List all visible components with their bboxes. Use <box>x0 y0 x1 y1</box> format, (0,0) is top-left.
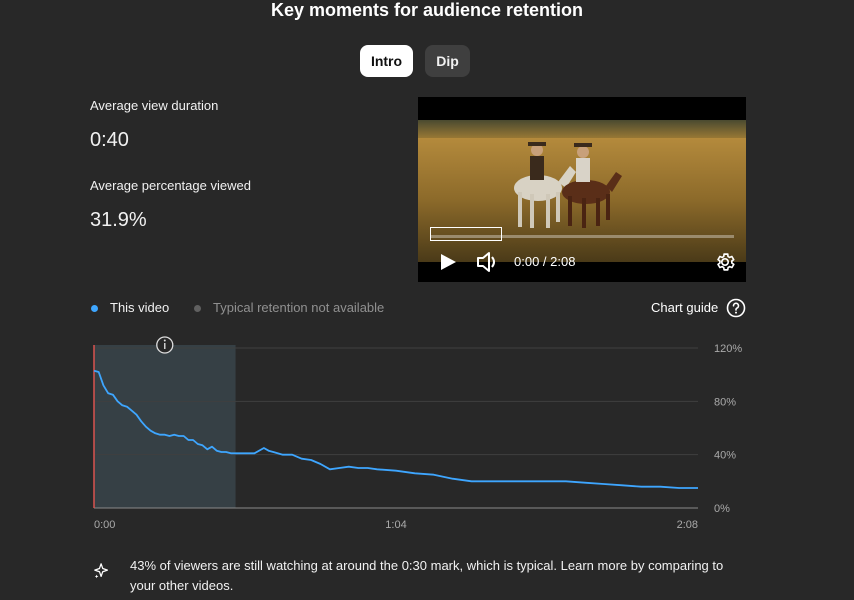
data-point <box>603 483 605 485</box>
y-tick-label: 0% <box>714 503 730 515</box>
data-point <box>282 454 284 456</box>
data-point <box>348 466 350 468</box>
page-title: Key moments for audience retention <box>270 0 584 20</box>
data-point <box>150 430 152 432</box>
data-point <box>291 454 293 456</box>
data-point <box>367 467 369 469</box>
data-point <box>145 426 147 428</box>
data-point <box>395 470 397 472</box>
data-point <box>98 371 100 373</box>
data-point <box>197 443 199 445</box>
avg-percentage-viewed-value: 31.9% <box>90 209 147 231</box>
x-tick-label: 0:00 <box>94 519 115 531</box>
data-point <box>565 480 567 482</box>
intro-highlight-region <box>94 345 236 508</box>
data-point <box>178 435 180 437</box>
data-point <box>659 486 661 488</box>
settings-gear-icon[interactable] <box>714 251 736 273</box>
typical-legend-dot <box>194 305 201 312</box>
data-point <box>107 392 109 394</box>
data-point <box>187 439 189 441</box>
sparkle-icon <box>94 563 109 579</box>
avg-view-duration-value: 0:40 <box>90 129 129 151</box>
x-tick-label: 1:04 <box>385 519 406 531</box>
avg-view-duration-label: Average view duration <box>90 98 219 113</box>
data-point <box>112 394 114 396</box>
data-point <box>640 486 642 488</box>
data-point <box>338 467 340 469</box>
this-video-legend-label: This video <box>110 300 170 315</box>
x-tick-label: 2:08 <box>677 519 698 531</box>
scrub-preview-frame <box>430 227 502 241</box>
data-point <box>235 452 237 454</box>
data-point <box>154 432 156 434</box>
data-point <box>164 434 166 436</box>
data-point <box>263 447 265 449</box>
insight-text: 43% of viewers are still watching at aro… <box>130 558 724 593</box>
data-point <box>173 434 175 436</box>
data-point <box>414 472 416 474</box>
data-point <box>183 435 185 437</box>
data-point <box>697 487 699 489</box>
data-point <box>376 468 378 470</box>
y-tick-label: 40% <box>714 450 736 462</box>
data-point <box>102 384 104 386</box>
data-point <box>433 474 435 476</box>
data-point <box>546 480 548 482</box>
volume-icon[interactable] <box>476 251 500 273</box>
progress-bar[interactable] <box>430 235 734 238</box>
data-point <box>489 480 491 482</box>
play-icon[interactable] <box>438 252 458 272</box>
data-point <box>320 463 322 465</box>
data-point <box>253 452 255 454</box>
data-point <box>357 467 359 469</box>
data-point <box>268 450 270 452</box>
data-point <box>93 370 95 372</box>
data-point <box>678 487 680 489</box>
info-icon-dot <box>163 339 166 342</box>
help-icon[interactable] <box>726 298 746 318</box>
y-tick-label: 80% <box>714 396 736 408</box>
data-point <box>301 458 303 460</box>
typical-legend-label: Typical retention not available <box>213 300 385 315</box>
data-point <box>159 434 161 436</box>
data-point <box>584 482 586 484</box>
data-point <box>272 451 274 453</box>
avg-percentage-viewed-label: Average percentage viewed <box>90 178 251 193</box>
data-point <box>230 452 232 454</box>
data-point <box>508 480 510 482</box>
data-point <box>169 435 171 437</box>
data-point <box>211 446 213 448</box>
data-point <box>206 448 208 450</box>
chart-guide-link[interactable]: Chart guide <box>651 300 718 315</box>
video-player[interactable]: 0:00 / 2:08 <box>418 97 746 282</box>
data-point <box>244 452 246 454</box>
data-point <box>117 400 119 402</box>
data-point <box>329 468 331 470</box>
data-point <box>220 451 222 453</box>
y-tick-label: 120% <box>714 343 742 355</box>
data-point <box>121 404 123 406</box>
time-display: 0:00 / 2:08 <box>514 254 576 269</box>
tab-intro[interactable]: Intro <box>360 45 413 77</box>
data-point <box>126 406 128 408</box>
data-point <box>140 420 142 422</box>
data-point <box>622 484 624 486</box>
data-point <box>310 459 312 461</box>
data-point <box>471 480 473 482</box>
data-point <box>202 444 204 446</box>
data-point <box>452 478 454 480</box>
data-point <box>131 410 133 412</box>
this-video-legend-dot <box>91 305 98 312</box>
tab-dip[interactable]: Dip <box>425 45 470 77</box>
data-point <box>527 480 529 482</box>
data-point <box>135 414 137 416</box>
data-point <box>192 439 194 441</box>
data-point <box>216 450 218 452</box>
data-point <box>225 451 227 453</box>
retention-chart[interactable]: 120% 80% 40% 0% 0:00 1:04 2:08 <box>0 330 854 540</box>
